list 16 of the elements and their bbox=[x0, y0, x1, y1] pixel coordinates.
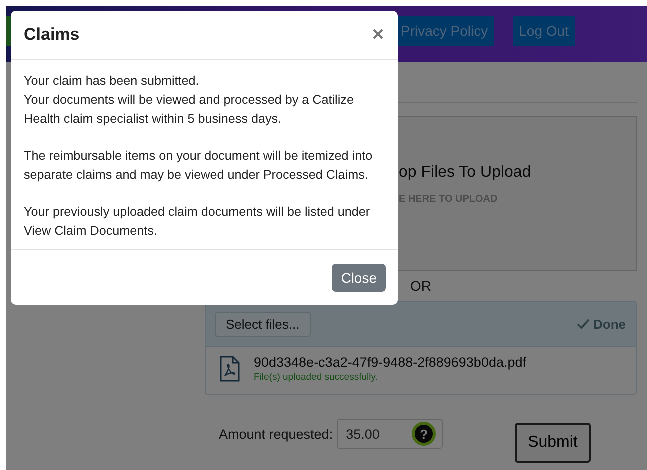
done-status: Done bbox=[594, 316, 626, 332]
modal-title: Claims bbox=[24, 25, 80, 45]
check-icon bbox=[576, 318, 590, 330]
select-files-button[interactable]: Select files... bbox=[215, 312, 311, 336]
close-button[interactable]: Close bbox=[332, 264, 386, 292]
file-name: 90d3348e-c3a2-47f9-9488-2f889693b0da.pdf bbox=[254, 355, 526, 370]
message-text: Your claim has been submitted. bbox=[24, 73, 200, 90]
drop-zone-title: op Files To Upload bbox=[399, 164, 532, 182]
help-icon[interactable]: ? bbox=[412, 422, 436, 446]
upload-status: File(s) uploaded successfully. bbox=[254, 372, 379, 383]
pdf-file-icon bbox=[220, 356, 240, 382]
amount-field[interactable]: 35.00 ? bbox=[337, 419, 444, 449]
close-button[interactable]: × bbox=[370, 24, 386, 46]
submit-button[interactable]: Submit bbox=[515, 423, 591, 463]
or-label: OR bbox=[410, 278, 432, 294]
amount-label: Amount requested: bbox=[219, 426, 334, 442]
